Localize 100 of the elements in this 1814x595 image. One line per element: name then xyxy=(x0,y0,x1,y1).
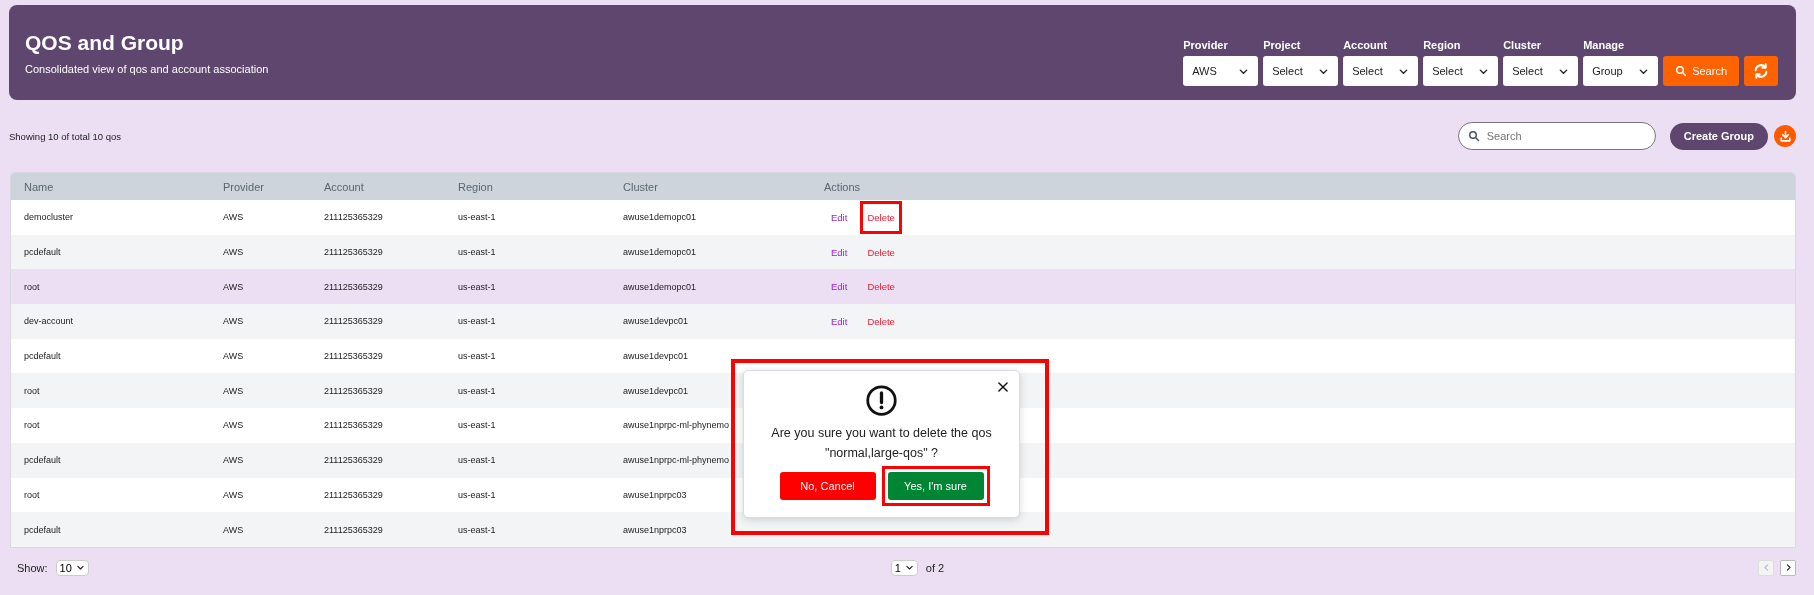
edit-link[interactable]: Edit xyxy=(831,244,848,260)
table-cell-text: 211125365329 xyxy=(324,524,384,535)
table-cell-text: pcdefault xyxy=(24,455,62,466)
filter-dropdown[interactable]: Select xyxy=(1423,56,1499,86)
create-group-button[interactable]: Create Group xyxy=(1669,122,1768,150)
table-cell-text: us-east-1 xyxy=(458,420,497,431)
table-cell-text: us-east-1 xyxy=(458,247,497,258)
table-cell-text: dev-account xyxy=(24,316,75,327)
filter-dropdown[interactable]: Select xyxy=(1343,56,1419,86)
delete-link[interactable]: Delete xyxy=(867,313,895,329)
table-cell-text: pcdefault xyxy=(24,351,62,362)
filter-dropdown[interactable]: AWS xyxy=(1183,56,1259,86)
table-cell-text: us-east-1 xyxy=(458,524,497,535)
chevron-down-icon xyxy=(75,563,85,573)
download-icon xyxy=(1778,129,1792,143)
next-page-button[interactable] xyxy=(1780,559,1796,576)
table-cell-text: us-east-1 xyxy=(458,351,497,362)
cancel-button[interactable]: No, Cancel xyxy=(779,472,876,500)
delete-link[interactable]: Delete xyxy=(867,244,895,260)
filter-label: Account xyxy=(1343,39,1389,51)
table-cell-text: AWS xyxy=(223,247,245,258)
table-cell-text: root xyxy=(24,281,41,292)
search-field[interactable]: Search xyxy=(1457,122,1656,150)
page-title: QOS and Group xyxy=(25,30,185,55)
column-header: Cluster xyxy=(623,180,659,193)
refresh-button[interactable] xyxy=(1744,56,1778,86)
warning-icon xyxy=(865,384,898,417)
close-button[interactable] xyxy=(996,380,1010,394)
edit-link[interactable]: Edit xyxy=(831,209,848,225)
filter-label: Region xyxy=(1423,39,1462,51)
filter-label: Manage xyxy=(1583,39,1626,51)
table-cell-text: awuse1demopc01 xyxy=(623,247,698,258)
table-cell-text: awuse1nprpc-ml-phynemo xyxy=(623,420,731,431)
table-cell-text: pcdefault xyxy=(24,247,62,258)
confirm-button[interactable]: Yes, I'm sure xyxy=(887,472,984,500)
table-cell-text: us-east-1 xyxy=(458,316,497,327)
filter-label: Project xyxy=(1263,39,1302,51)
filter-label: Provider xyxy=(1183,39,1229,51)
table-cell-text: 211125365329 xyxy=(324,351,384,362)
highlighted-row[interactable]: root AWS 211125365329 us-east-1 awuse1demopc01 Edit Delete xyxy=(11,269,1795,305)
column-header: Provider xyxy=(223,180,265,193)
chevron-left-icon xyxy=(1761,563,1771,573)
table-cell-text: awuse1nprpc03 xyxy=(623,524,688,535)
table-cell-text: 211125365329 xyxy=(324,316,384,327)
table-cell-text: awuse1nprpc-ml-phynemo xyxy=(623,455,731,466)
page-size-dropdown[interactable]: 10 xyxy=(55,559,89,576)
table-cell-text: awuse1demopc01 xyxy=(623,212,698,223)
table-cell-text: 211125365329 xyxy=(324,281,384,292)
column-header: Region xyxy=(458,180,494,193)
table-cell-text: root xyxy=(24,420,41,431)
table-cell-text: AWS xyxy=(223,212,245,223)
table-cell-text: 211125365329 xyxy=(324,489,384,500)
table-cell-text: root xyxy=(24,385,41,396)
table-cell-text: awuse1demopc01 xyxy=(623,281,698,292)
delete-link[interactable]: Delete xyxy=(867,279,895,295)
filter-dropdown[interactable]: Select xyxy=(1503,56,1579,86)
page-dropdown[interactable]: 1 xyxy=(890,559,918,576)
results-summary: Showing 10 of total 10 qos xyxy=(9,130,122,142)
table-cell-text: AWS xyxy=(223,524,245,535)
edit-link[interactable]: Edit xyxy=(831,313,848,329)
table-cell-text: 211125365329 xyxy=(324,247,384,258)
column-header: Account xyxy=(324,180,365,193)
table-cell-text: AWS xyxy=(223,281,245,292)
table-cell-text: AWS xyxy=(223,351,245,362)
filter-dropdown[interactable]: Select xyxy=(1263,56,1339,86)
table-cell-text: AWS xyxy=(223,420,245,431)
table-cell-text: awuse1nprpc03 xyxy=(623,489,688,500)
table-cell-text: us-east-1 xyxy=(458,455,497,466)
table-cell-text: awuse1devpc01 xyxy=(623,316,690,327)
show-label: Show: xyxy=(17,561,48,574)
filter-label: Cluster xyxy=(1503,39,1543,51)
close-icon xyxy=(996,380,1010,394)
column-header: Actions xyxy=(824,180,862,193)
table-cell-text: us-east-1 xyxy=(458,385,497,396)
table-cell-text: us-east-1 xyxy=(458,281,497,292)
refresh-icon xyxy=(1753,63,1769,79)
table-cell-text: 211125365329 xyxy=(324,385,384,396)
table-cell-text: AWS xyxy=(223,316,245,327)
page-subtitle: Consolidated view of qos and account association xyxy=(25,62,269,75)
chevron-down-icon xyxy=(904,563,914,573)
table-cell-text: us-east-1 xyxy=(458,212,497,223)
filter-dropdown[interactable]: Group xyxy=(1583,56,1659,86)
table-cell-text: awuse1devpc01 xyxy=(623,351,690,362)
confirm-message: Are you sure you want to delete the qos "normal,large-qos" ? xyxy=(771,425,992,462)
table-cell-text: AWS xyxy=(223,489,245,500)
search-icon xyxy=(1675,65,1688,77)
page-total: of 2 xyxy=(925,561,945,574)
table-cell-text: pcdefault xyxy=(24,524,62,535)
delete-link[interactable]: Delete xyxy=(867,209,895,225)
table-cell-text: 211125365329 xyxy=(324,420,384,431)
table-cell-text: 211125365329 xyxy=(324,455,384,466)
table-cell-text: AWS xyxy=(223,455,245,466)
table-cell-text: democluster xyxy=(24,212,75,223)
table-cell-text: root xyxy=(24,489,41,500)
column-header: Name xyxy=(24,180,55,193)
edit-link[interactable]: Edit xyxy=(831,279,848,295)
download-button[interactable] xyxy=(1774,125,1796,147)
table-cell-text: us-east-1 xyxy=(458,489,497,500)
table-cell-text: awuse1devpc01 xyxy=(623,385,690,396)
search-icon xyxy=(1467,130,1480,142)
